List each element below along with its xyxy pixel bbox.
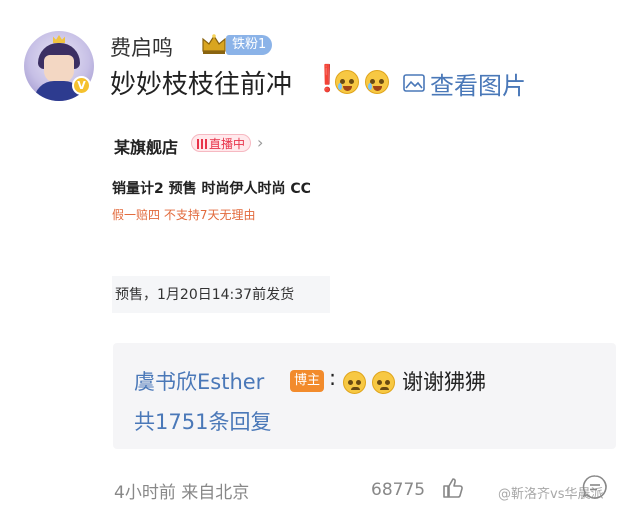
crown-icon	[202, 34, 226, 54]
reply-text: 谢谢狒狒	[402, 370, 486, 394]
like-count: 68775	[371, 480, 426, 500]
host-badge: 博主	[290, 370, 325, 392]
sales-line: 销量计2 预售 时尚伊人时尚 CC	[112, 181, 311, 197]
post-text: 妙妙枝枝往前冲	[110, 70, 293, 100]
sad-emoji-icon	[372, 371, 395, 394]
verified-badge-icon: V	[72, 76, 91, 95]
avatar-crown	[53, 35, 65, 43]
live-bars-icon	[197, 139, 207, 149]
author-name[interactable]: 费启鸣	[110, 32, 173, 62]
live-badge[interactable]: 直播中	[191, 134, 252, 152]
image-icon[interactable]	[403, 74, 425, 92]
reply-username[interactable]: 虞书欣Esther	[134, 366, 264, 396]
live-label: 直播中	[209, 137, 246, 151]
reply-colon: :	[329, 366, 337, 390]
fan-level-badge: 铁粉1	[226, 35, 273, 55]
store-name: 某旗舰店	[114, 138, 179, 157]
policy-line: 假一赔四 不支持7天无理由	[112, 208, 256, 222]
like-icon[interactable]	[441, 476, 465, 500]
avatar-face	[44, 55, 74, 83]
product-screenshot-card[interactable]: 某旗舰店 直播中 › 销量计2 预售 时尚伊人时尚 CC 假一赔四 不支持7天无…	[112, 118, 330, 313]
sad-emoji-icon	[343, 371, 366, 394]
view-image-link[interactable]: 查看图片	[430, 66, 526, 101]
comment-icon[interactable]	[582, 474, 608, 500]
reply-count-link[interactable]: 共1751条回复	[134, 406, 271, 436]
laugh-cry-emoji-icon	[365, 70, 389, 94]
post-time-location: 4小时前 来自北京	[114, 483, 250, 503]
shipping-line: 预售，1月20日14:37前发货	[115, 287, 295, 303]
laugh-cry-emoji-icon	[335, 70, 359, 94]
chevron-right-icon[interactable]: ›	[257, 133, 263, 152]
